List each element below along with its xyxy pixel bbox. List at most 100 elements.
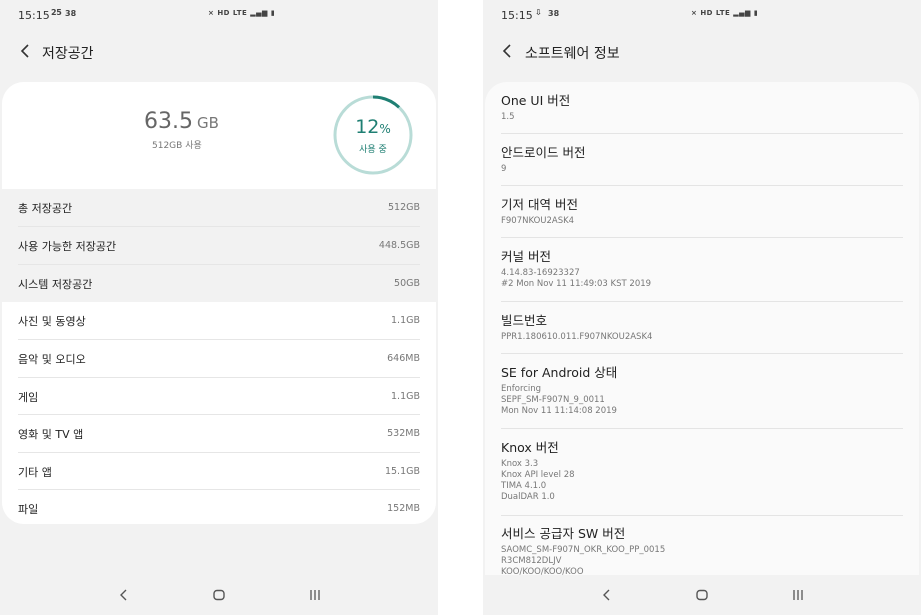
nav-back-button[interactable] [597, 587, 617, 603]
signal-icon: ▂▄▆ [250, 9, 268, 17]
notification-badge: 25 [51, 8, 62, 17]
signal-icon: ▂▄▆ [733, 9, 751, 17]
battery-icon: ▮ [270, 9, 276, 17]
storage-screen: 15:15 25 38 ⨯ HD LTE ▂▄▆ ▮ 저장공간 63.5 GB 5… [0, 0, 438, 615]
nav-home-button[interactable] [209, 587, 229, 603]
info-one-ui-version[interactable]: One UI 버전 1.5 [501, 93, 903, 123]
info-value: SEPF_SM-F907N_9_0011 [501, 395, 605, 405]
storage-row-total[interactable]: 총 저장공간 512GB [2, 189, 436, 227]
info-se-android-status[interactable]: SE for Android 상태 Enforcing SEPF_SM-F907… [501, 365, 903, 417]
info-value: Enforcing [501, 384, 542, 394]
storage-row-files[interactable]: 파일 152MB [2, 490, 436, 524]
info-value: Knox API level 28 [501, 470, 575, 480]
info-value: R3CM812DLJV [501, 556, 562, 566]
row-label: 총 저장공간 [18, 201, 73, 215]
battery-icon: ▮ [753, 9, 759, 17]
used-unit: GB [196, 114, 219, 132]
info-title: Knox 버전 [501, 440, 559, 455]
page-title: 저장공간 [42, 46, 94, 62]
usage-percent: 12% [332, 116, 414, 138]
download-icon: ⇩ [535, 8, 542, 17]
row-label: 기타 앱 [18, 465, 52, 479]
used-storage: 63.5 GB [144, 109, 219, 134]
info-baseband-version[interactable]: 기저 대역 버전 F907NKOU2ASK4 [501, 197, 903, 227]
chevron-left-icon [502, 44, 511, 58]
row-value: 1.1GB [391, 391, 420, 403]
status-time: 15:15 [501, 9, 533, 22]
status-bar: 15:15 ⇩ 38 ⨯ HD LTE ▂▄▆ ▮ [483, 0, 921, 30]
back-chevron-icon [603, 589, 610, 601]
mute-icon: ⨯ [691, 9, 698, 17]
storage-row-games[interactable]: 게임 1.1GB [2, 378, 436, 416]
row-label: 사용 가능한 저장공간 [18, 239, 117, 253]
divider [501, 301, 903, 302]
usage-percent-sign: % [379, 122, 391, 136]
row-label: 음악 및 오디오 [18, 352, 86, 366]
usage-label: 사용 중 [359, 145, 387, 155]
storage-row-music-audio[interactable]: 음악 및 오디오 646MB [2, 340, 436, 378]
info-value: PPR1.180610.011.F907NKOU2ASK4 [501, 332, 653, 342]
network-type-label: HD LTE [700, 9, 731, 17]
status-bar: 15:15 25 38 ⨯ HD LTE ▂▄▆ ▮ [0, 0, 438, 30]
navigation-bar [0, 575, 438, 615]
recents-bars-icon [310, 590, 320, 600]
info-value: TIMA 4.1.0 [501, 481, 547, 491]
navigation-bar [483, 575, 921, 615]
info-value: 9 [501, 164, 507, 174]
storage-row-photos-videos[interactable]: 사진 및 동영상 1.1GB [2, 302, 436, 340]
row-value: 646MB [387, 353, 420, 365]
info-android-version[interactable]: 안드로이드 버전 9 [501, 145, 903, 175]
notification-count: 38 [65, 9, 77, 18]
row-label: 파일 [18, 502, 39, 516]
divider [501, 353, 903, 354]
back-chevron-icon [120, 589, 127, 601]
row-value: 448.5GB [378, 240, 420, 252]
info-carrier-sw-version[interactable]: 서비스 공급자 SW 버전 SAOMC_SM-F907N_OKR_KOO_PP_… [501, 526, 903, 578]
info-value: DualDAR 1.0 [501, 492, 555, 502]
info-title: 빌드번호 [501, 313, 548, 328]
notification-count: 38 [548, 9, 560, 18]
chevron-left-icon [20, 44, 29, 58]
storage-summary: 63.5 GB 512GB 사용 12% 사용 중 [2, 82, 436, 189]
software-info-card: One UI 버전 1.5 안드로이드 버전 9 기저 대역 버전 F907NK… [485, 82, 919, 602]
usage-ring: 12% 사용 중 [332, 94, 414, 176]
info-title: 안드로이드 버전 [501, 145, 586, 160]
nav-home-button[interactable] [692, 587, 712, 603]
row-label: 게임 [18, 390, 39, 404]
app-bar: 저장공간 [0, 34, 438, 68]
row-value: 532MB [387, 428, 420, 440]
row-value: 50GB [394, 278, 420, 290]
info-value: Knox 3.3 [501, 459, 539, 469]
home-rounded-square-icon [213, 589, 225, 601]
row-value: 512GB [387, 202, 420, 214]
back-button[interactable] [496, 38, 518, 64]
info-value: #2 Mon Nov 11 11:49:03 KST 2019 [501, 279, 652, 289]
info-kernel-version[interactable]: 커널 버전 4.14.83-16923327 #2 Mon Nov 11 11:… [501, 249, 903, 290]
info-value: F907NKOU2ASK4 [501, 216, 575, 226]
back-button[interactable] [14, 38, 36, 64]
home-rounded-square-icon [696, 589, 708, 601]
info-knox-version[interactable]: Knox 버전 Knox 3.3 Knox API level 28 TIMA … [501, 440, 903, 503]
nav-back-button[interactable] [114, 587, 134, 603]
info-build-number[interactable]: 빌드번호 PPR1.180610.011.F907NKOU2ASK4 [501, 313, 903, 343]
status-time: 15:15 [18, 9, 50, 22]
used-value: 63.5 [144, 109, 193, 134]
divider [501, 237, 903, 238]
mute-icon: ⨯ [208, 9, 215, 17]
storage-row-other-apps[interactable]: 기타 앱 15.1GB [2, 453, 436, 491]
row-label: 사진 및 동영상 [18, 314, 86, 328]
nav-recents-button[interactable] [305, 587, 325, 603]
divider [501, 185, 903, 186]
total-capacity: 512GB 사용 [152, 141, 202, 151]
row-label: 시스템 저장공간 [18, 277, 93, 291]
storage-card: 63.5 GB 512GB 사용 12% 사용 중 총 저장공간 512GB 사용… [2, 82, 436, 524]
storage-row-movies-tv[interactable]: 영화 및 TV 앱 532MB [2, 415, 436, 453]
software-info-screen: 15:15 ⇩ 38 ⨯ HD LTE ▂▄▆ ▮ 소프트웨어 정보 One U… [483, 0, 921, 615]
nav-recents-button[interactable] [788, 587, 808, 603]
page-title: 소프트웨어 정보 [525, 46, 620, 62]
storage-row-system[interactable]: 시스템 저장공간 50GB [2, 265, 436, 303]
storage-row-available[interactable]: 사용 가능한 저장공간 448.5GB [2, 227, 436, 265]
info-value: SAOMC_SM-F907N_OKR_KOO_PP_0015 [501, 545, 666, 555]
row-value: 15.1GB [384, 466, 420, 478]
row-value: 152MB [387, 503, 420, 515]
